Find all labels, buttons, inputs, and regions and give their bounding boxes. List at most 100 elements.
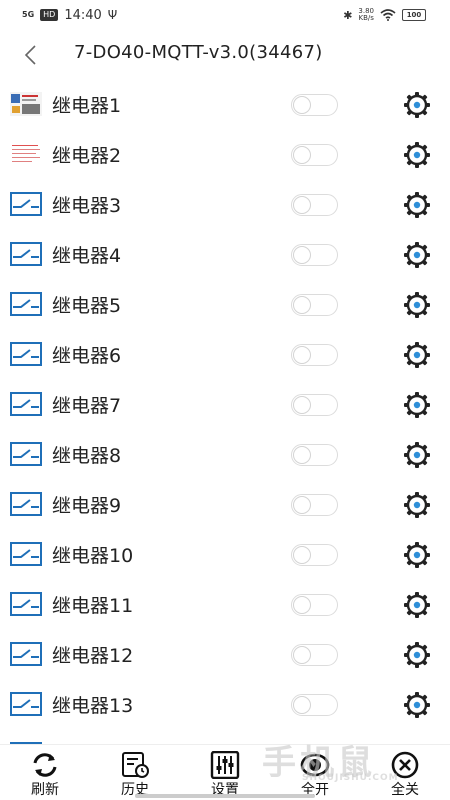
- toggle-knob: [293, 596, 311, 614]
- document-thumbnail-icon: [10, 142, 42, 166]
- toggle-knob: [293, 546, 311, 564]
- relay-row: 继电器7: [0, 380, 450, 430]
- relay-switch-icon: [10, 242, 42, 266]
- battery-indicator: 100: [402, 9, 426, 21]
- page-title: 7-DO40-MQTT-v3.0(34467): [74, 42, 323, 63]
- sliders-icon: [210, 751, 240, 779]
- relay-switch-icon: [10, 492, 42, 516]
- relay-label: 继电器7: [52, 395, 122, 417]
- toggle-knob: [293, 646, 311, 664]
- relay-row: 继电器3: [0, 180, 450, 230]
- relay-toggle[interactable]: [291, 544, 338, 566]
- relay-label: 继电器10: [52, 545, 134, 567]
- gear-icon[interactable]: [403, 341, 431, 369]
- relay-toggle[interactable]: [291, 244, 338, 266]
- relay-switch-icon: [10, 592, 42, 616]
- toggle-knob: [293, 146, 311, 164]
- refresh-icon: [33, 753, 57, 777]
- relay-label: 继电器12: [52, 645, 134, 667]
- wifi-icon: [380, 9, 396, 21]
- relay-row: 继电器5: [0, 280, 450, 330]
- relay-toggle[interactable]: [291, 644, 338, 666]
- relay-switch-icon: [10, 342, 42, 366]
- gear-icon[interactable]: [403, 691, 431, 719]
- gear-icon[interactable]: [403, 291, 431, 319]
- photo-thumbnail-icon: [10, 92, 42, 116]
- relay-toggle[interactable]: [291, 194, 338, 216]
- clock: 14:40: [64, 7, 102, 23]
- home-indicator: [135, 794, 315, 798]
- signal-indicator: 5G: [22, 10, 35, 19]
- toggle-knob: [293, 346, 311, 364]
- toggle-knob: [293, 496, 311, 514]
- hd-badge: HD: [40, 9, 59, 21]
- relay-toggle[interactable]: [291, 694, 338, 716]
- relay-switch-icon: [10, 692, 42, 716]
- title-bar: 7-DO40-MQTT-v3.0(34467): [0, 30, 450, 80]
- gear-icon[interactable]: [403, 241, 431, 269]
- relay-label: 继电器1: [52, 95, 122, 117]
- gear-icon[interactable]: [403, 641, 431, 669]
- relay-label: 继电器13: [52, 695, 134, 717]
- relay-switch-icon: [10, 392, 42, 416]
- relay-row: 继电器8: [0, 430, 450, 480]
- relay-row: 继电器12: [0, 630, 450, 680]
- relay-toggle[interactable]: [291, 144, 338, 166]
- relay-row: 继电器2: [0, 130, 450, 180]
- watermark-logo: 手机鼠 SHOUJISHU.COM: [262, 735, 442, 795]
- relay-row: 继电器10: [0, 530, 450, 580]
- gear-icon[interactable]: [403, 441, 431, 469]
- relay-row: 继电器1: [0, 80, 450, 130]
- history-icon: [122, 752, 149, 778]
- usb-icon: Ψ: [107, 8, 118, 22]
- refresh-button[interactable]: 刷新: [15, 745, 75, 800]
- gear-icon[interactable]: [403, 541, 431, 569]
- gear-icon[interactable]: [403, 591, 431, 619]
- status-bar: 5G HD 14:40 Ψ ✱ 3.80 KB/s 100: [0, 0, 450, 30]
- gear-icon[interactable]: [403, 141, 431, 169]
- relay-row: 继电器4: [0, 230, 450, 280]
- chevron-left-icon: [24, 45, 36, 65]
- relay-row: 继电器11: [0, 580, 450, 630]
- toggle-knob: [293, 446, 311, 464]
- toggle-knob: [293, 96, 311, 114]
- relay-row: 继电器13: [0, 680, 450, 730]
- relay-switch-icon: [10, 642, 42, 666]
- settings-button[interactable]: 设置: [195, 745, 255, 800]
- relay-label: 继电器4: [52, 245, 122, 267]
- toggle-knob: [293, 696, 311, 714]
- relay-label: 继电器9: [52, 495, 122, 517]
- relay-toggle[interactable]: [291, 294, 338, 316]
- gear-icon[interactable]: [403, 91, 431, 119]
- relay-toggle[interactable]: [291, 594, 338, 616]
- relay-label: 继电器8: [52, 445, 122, 467]
- speed-unit: KB/s: [358, 14, 374, 22]
- relay-toggle[interactable]: [291, 494, 338, 516]
- relay-label: 继电器5: [52, 295, 122, 317]
- relay-list[interactable]: 继电器1 继电器2 继电器3 继电器4 继电器5 继电器6 继电器7 继电器8 继电器9 继电器1…: [0, 80, 450, 744]
- relay-toggle[interactable]: [291, 444, 338, 466]
- toggle-knob: [293, 246, 311, 264]
- relay-row: 继电器9: [0, 480, 450, 530]
- relay-label: 继电器6: [52, 345, 122, 367]
- relay-switch-icon: [10, 442, 42, 466]
- relay-label: 继电器11: [52, 595, 134, 617]
- back-button[interactable]: [0, 30, 60, 80]
- relay-toggle[interactable]: [291, 94, 338, 116]
- relay-toggle[interactable]: [291, 394, 338, 416]
- history-button[interactable]: 历史: [105, 745, 165, 800]
- toggle-knob: [293, 396, 311, 414]
- gear-icon[interactable]: [403, 191, 431, 219]
- relay-row: 继电器6: [0, 330, 450, 380]
- refresh-label: 刷新: [31, 782, 59, 798]
- bluetooth-icon: ✱: [343, 8, 353, 22]
- relay-label: 继电器3: [52, 195, 122, 217]
- relay-switch-icon: [10, 292, 42, 316]
- network-speed: 3.80 KB/s: [358, 8, 374, 22]
- relay-toggle[interactable]: [291, 344, 338, 366]
- relay-switch-icon: [10, 192, 42, 216]
- gear-icon[interactable]: [403, 391, 431, 419]
- toggle-knob: [293, 296, 311, 314]
- relay-label: 继电器2: [52, 145, 122, 167]
- gear-icon[interactable]: [403, 491, 431, 519]
